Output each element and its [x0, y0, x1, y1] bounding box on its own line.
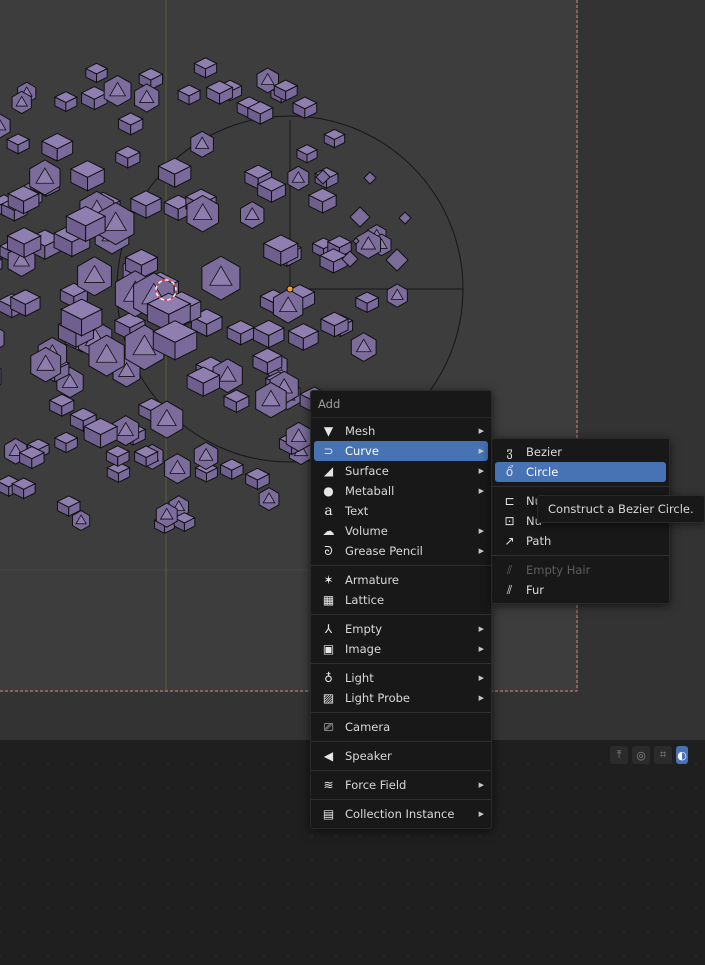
menu-item-label: Light	[345, 671, 374, 685]
image-icon: ▣	[322, 641, 335, 656]
keying-set-icon[interactable]: ⌗	[654, 746, 672, 764]
empty-icon: ⅄	[324, 621, 333, 636]
menu-separator	[311, 663, 491, 664]
menu-item-label: Text	[345, 504, 369, 518]
volume-icon: ☁	[322, 523, 335, 538]
surface-icon: ◢	[323, 463, 334, 478]
menu-item-grease-pencil[interactable]: ᘐ Grease Pencil ▶	[314, 541, 488, 561]
menu-item-mesh[interactable]: ▼ Mesh ▶	[314, 421, 488, 441]
menu-item-label: Speaker	[345, 749, 392, 763]
submenu-arrow-icon: ▶	[478, 694, 484, 702]
submenu-arrow-icon: ▶	[478, 625, 484, 633]
submenu-item-bezier[interactable]: ჳ Bezier	[495, 442, 666, 462]
menu-item-label: Lattice	[345, 593, 385, 607]
metaball-icon: ●	[323, 483, 334, 498]
menu-item-light[interactable]: ♁ Light ▶	[314, 668, 488, 688]
collection-instance-icon: ▤	[322, 806, 335, 821]
bezier-icon: ჳ	[506, 444, 513, 459]
menu-item-label: Collection Instance	[345, 807, 455, 821]
menu-item-camera[interactable]: ⎚ Camera	[314, 717, 488, 737]
submenu-item-label: Circle	[526, 465, 559, 479]
menu-separator	[311, 770, 491, 771]
submenu-arrow-icon: ▶	[478, 487, 484, 495]
grease-pencil-icon: ᘐ	[324, 543, 333, 558]
nurbs-curve-icon: ⊏	[504, 493, 515, 508]
submenu-arrow-icon: ▶	[478, 645, 484, 653]
submenu-arrow-icon: ▶	[478, 447, 484, 455]
timeline-toolbar: ⤒ ◎ ⌗ ◐	[610, 746, 688, 764]
nurbs-circle-icon: ⊡	[504, 513, 515, 528]
tooltip: Construct a Bezier Circle.	[537, 495, 705, 523]
submenu-item-circle[interactable]: ổ Circle	[495, 462, 666, 482]
menu-item-collection-instance[interactable]: ▤ Collection Instance ▶	[314, 804, 488, 824]
submenu-arrow-icon: ▶	[478, 781, 484, 789]
bezier-circle-icon: ổ	[505, 464, 514, 479]
menu-item-label: Metaball	[345, 484, 395, 498]
text-icon: a	[324, 502, 333, 519]
menu-separator	[492, 555, 669, 556]
light-probe-icon: ▨	[322, 690, 335, 705]
curve-icon: ⊃	[323, 443, 334, 458]
menu-item-label: Grease Pencil	[345, 544, 423, 558]
submenu-item-label: Fur	[526, 583, 545, 597]
menu-item-label: Volume	[345, 524, 388, 538]
submenu-arrow-icon: ▶	[478, 527, 484, 535]
menu-item-armature[interactable]: ✶ Armature	[314, 570, 488, 590]
menu-item-label: Camera	[345, 720, 391, 734]
menu-separator	[492, 486, 669, 487]
sync-icon[interactable]: ◐	[676, 746, 688, 764]
menu-item-speaker[interactable]: ◀ Speaker	[314, 746, 488, 766]
add-menu-title: Add	[311, 391, 491, 418]
submenu-item-label: Empty Hair	[526, 563, 591, 577]
menu-item-volume[interactable]: ☁ Volume ▶	[314, 521, 488, 541]
menu-item-light-probe[interactable]: ▨ Light Probe ▶	[314, 688, 488, 708]
submenu-arrow-icon: ▶	[478, 427, 484, 435]
submenu-arrow-icon: ▶	[478, 547, 484, 555]
submenu-item-fur[interactable]: ⫽ Fur	[495, 580, 666, 600]
lattice-icon: ▦	[322, 592, 335, 607]
menu-separator	[311, 565, 491, 566]
menu-item-image[interactable]: ▣ Image ▶	[314, 639, 488, 659]
menu-item-lattice[interactable]: ▦ Lattice	[314, 590, 488, 610]
armature-icon: ✶	[323, 572, 334, 587]
menu-item-label: Empty	[345, 622, 383, 636]
menu-separator	[311, 799, 491, 800]
submenu-arrow-icon: ▶	[478, 674, 484, 682]
camera-icon: ⎚	[323, 719, 334, 734]
submenu-arrow-icon: ▶	[478, 467, 484, 475]
menu-item-label: Armature	[345, 573, 399, 587]
fur-icon: ⫽	[506, 582, 513, 597]
mesh-icon: ▼	[323, 423, 334, 438]
menu-item-label: Image	[345, 642, 382, 656]
snap-icon[interactable]: ⤒	[610, 746, 628, 764]
force-field-icon: ≋	[323, 777, 334, 792]
menu-item-empty[interactable]: ⅄ Empty ▶	[314, 619, 488, 639]
menu-item-label: Mesh	[345, 424, 376, 438]
light-icon: ♁	[324, 670, 333, 685]
menu-item-metaball[interactable]: ● Metaball ▶	[314, 481, 488, 501]
menu-item-label: Curve	[345, 444, 379, 458]
add-menu: Add ▼ Mesh ▶ ⊃ Curve ▶ ◢ Surface ▶ ● Metaball ▶ …	[310, 390, 492, 829]
menu-item-label: Force Field	[345, 778, 407, 792]
path-icon: ↗	[504, 533, 515, 548]
submenu-item-label: Path	[526, 534, 552, 548]
menu-separator	[311, 741, 491, 742]
menu-item-surface[interactable]: ◢ Surface ▶	[314, 461, 488, 481]
menu-separator	[311, 614, 491, 615]
menu-item-label: Surface	[345, 464, 389, 478]
submenu-item-label: Bezier	[526, 445, 562, 459]
menu-separator	[311, 712, 491, 713]
submenu-arrow-icon: ▶	[478, 810, 484, 818]
speaker-icon: ◀	[323, 748, 334, 763]
menu-item-curve[interactable]: ⊃ Curve ▶	[314, 441, 488, 461]
auto-keying-icon[interactable]: ◎	[632, 746, 650, 764]
empty-hair-icon: ⫽	[506, 562, 513, 577]
menu-item-force-field[interactable]: ≋ Force Field ▶	[314, 775, 488, 795]
submenu-item-empty-hair[interactable]: ⫽ Empty Hair	[495, 560, 666, 580]
submenu-item-path[interactable]: ↗ Path	[495, 531, 666, 551]
menu-item-text[interactable]: a Text	[314, 501, 488, 521]
menu-item-label: Light Probe	[345, 691, 410, 705]
